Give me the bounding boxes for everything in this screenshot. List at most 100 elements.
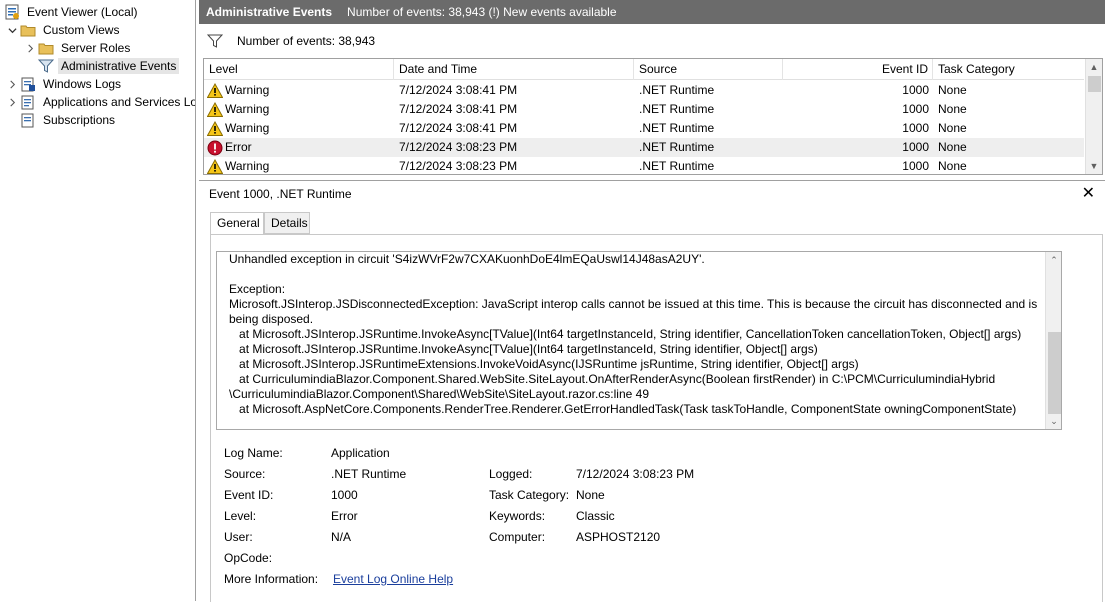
user-value: N/A: [331, 530, 352, 544]
event-log-online-help-link[interactable]: Event Log Online Help: [333, 572, 453, 586]
more-information-label: More Information:: [224, 572, 319, 586]
table-row[interactable]: Error 7/12/2024 3:08:23 PM .NET Runtime 100…: [204, 138, 1084, 157]
level-label: Level:: [224, 509, 257, 523]
event-id-label: Event ID:: [224, 488, 274, 502]
filter-icon[interactable]: [207, 33, 223, 49]
tree-item-event-viewer-local[interactable]: Event Viewer (Local): [4, 3, 141, 21]
table-row[interactable]: Warning 7/12/2024 3:08:23 PM .NET Runtime 1…: [204, 157, 1084, 175]
task-category-label: Task Category:: [489, 488, 570, 502]
tree-item-server-roles[interactable]: Server Roles: [24, 39, 133, 57]
cell-level: Error: [204, 138, 394, 157]
column-header-source[interactable]: Source: [634, 59, 783, 80]
filter-bar: Number of events: 38,943: [199, 29, 1105, 53]
column-header-event-id[interactable]: Event ID: [783, 59, 933, 80]
chevron-down-icon[interactable]: [6, 24, 18, 36]
subscriptions-icon: [20, 112, 36, 128]
column-header-level[interactable]: Level: [204, 59, 394, 80]
message-line: Microsoft.JSInterop.JSDisconnectedExcept…: [229, 297, 1038, 311]
cell-source: .NET Runtime: [639, 159, 715, 173]
level-text: Warning: [225, 83, 270, 97]
level-text: Warning: [225, 121, 270, 135]
column-header-task-category[interactable]: Task Category: [933, 59, 1084, 80]
scroll-thumb[interactable]: [1088, 76, 1101, 92]
scroll-down-icon[interactable]: ▼: [1086, 158, 1102, 174]
event-message-box[interactable]: Unhandled exception in circuit 'S4izWVrF…: [216, 251, 1062, 430]
message-line: \CurriculumindiaBlazor.Component\Shared\…: [229, 387, 649, 401]
cell-date-time: 7/12/2024 3:08:23 PM: [399, 140, 518, 154]
level-text: Warning: [225, 102, 270, 116]
pane-subtitle: Number of events: 38,943 (!) New events …: [347, 5, 617, 19]
cell-event-id: 1000: [902, 140, 929, 154]
keywords-label: Keywords:: [489, 509, 546, 523]
chevron-right-icon[interactable]: [6, 96, 18, 108]
event-properties: Log Name: Application Source: .NET Runti…: [224, 446, 1084, 596]
logged-label: Logged:: [489, 467, 533, 481]
tree-item-applications-and-services[interactable]: Applications and Services Lo: [6, 93, 196, 111]
chevron-right-icon[interactable]: [24, 42, 36, 54]
cell-date-time: 7/12/2024 3:08:41 PM: [399, 83, 518, 97]
warning-icon: [207, 158, 223, 175]
cell-task-category: None: [938, 159, 967, 173]
table-row[interactable]: Warning 7/12/2024 3:08:41 PM .NET Runtime 1…: [204, 119, 1084, 138]
message-line: [229, 267, 1041, 282]
tree-label: Windows Logs: [43, 77, 122, 91]
filter-icon: [38, 58, 54, 74]
tree-label: Custom Views: [43, 23, 120, 37]
close-icon[interactable]: ✕: [1082, 183, 1095, 203]
tree-item-administrative-events[interactable]: Administrative Events: [38, 57, 180, 75]
warning-icon: [207, 120, 223, 137]
source-value: .NET Runtime: [331, 467, 407, 481]
level-text: Warning: [225, 159, 270, 173]
cell-event-id: 1000: [902, 159, 929, 173]
log-name-value: Application: [331, 446, 390, 460]
table-row[interactable]: Warning 7/12/2024 3:08:41 PM .NET Runtime 1…: [204, 100, 1084, 119]
tree-label: Administrative Events: [58, 58, 180, 74]
tab-general[interactable]: General: [210, 212, 264, 235]
tree-label: Event Viewer (Local): [27, 5, 138, 19]
event-id-value: 1000: [331, 488, 358, 502]
tree-item-subscriptions[interactable]: Subscriptions: [20, 111, 118, 129]
level-value: Error: [331, 509, 358, 523]
scroll-thumb[interactable]: [1048, 332, 1061, 414]
cell-source: .NET Runtime: [639, 83, 715, 97]
cell-task-category: None: [938, 121, 967, 135]
cell-level: Warning: [204, 119, 394, 138]
column-header-date-time[interactable]: Date and Time: [394, 59, 634, 80]
scroll-up-icon[interactable]: ⌃: [1046, 252, 1061, 268]
message-line: Exception:: [229, 282, 286, 296]
message-line: at Microsoft.JSInterop.JSRuntime.InvokeA…: [229, 327, 1022, 341]
events-grid: Level Date and Time Source Event ID Task…: [203, 58, 1103, 175]
cell-task-category: None: [938, 102, 967, 116]
grid-scrollbar[interactable]: ▲ ▼: [1085, 59, 1102, 174]
warning-icon: [207, 101, 223, 118]
user-label: User:: [224, 530, 253, 544]
tree-item-custom-views[interactable]: Custom Views: [6, 21, 122, 39]
tree-item-windows-logs[interactable]: Windows Logs: [6, 75, 124, 93]
level-text: Error: [225, 140, 252, 154]
tab-details[interactable]: Details: [264, 212, 310, 234]
tree-label: Subscriptions: [43, 113, 116, 127]
log-name-label: Log Name:: [224, 446, 283, 460]
cell-source: .NET Runtime: [639, 102, 715, 116]
table-row[interactable]: Warning 7/12/2024 3:08:41 PM .NET Runtime 1…: [204, 81, 1084, 100]
cell-date-time: 7/12/2024 3:08:41 PM: [399, 121, 518, 135]
pane-title-bar: Administrative Events Number of events: …: [199, 0, 1105, 24]
chevron-right-icon[interactable]: [6, 78, 18, 90]
grid-header: Level Date and Time Source Event ID Task…: [204, 59, 1084, 80]
pane-title: Administrative Events: [206, 5, 333, 19]
navigation-tree: Event Viewer (Local) Custom Views Server…: [0, 0, 196, 601]
message-line: at Microsoft.JSInterop.JSRuntime.InvokeA…: [229, 342, 818, 356]
event-viewer-icon: [4, 4, 20, 20]
message-line: Unhandled exception in circuit 'S4izWVrF…: [229, 252, 705, 266]
tree-label: Applications and Services Lo: [43, 95, 196, 109]
event-message-text: Unhandled exception in circuit 'S4izWVrF…: [229, 252, 1041, 417]
cell-task-category: None: [938, 83, 967, 97]
scroll-down-icon[interactable]: ⌄: [1046, 413, 1061, 429]
scroll-up-icon[interactable]: ▲: [1086, 59, 1102, 75]
tree-label: Server Roles: [61, 41, 131, 55]
computer-value: ASPHOST2120: [576, 530, 661, 544]
cell-task-category: None: [938, 140, 967, 154]
message-scrollbar[interactable]: ⌃ ⌄: [1045, 252, 1061, 429]
computer-label: Computer:: [489, 530, 546, 544]
message-line: at CurriculumindiaBlazor.Component.Share…: [229, 372, 996, 386]
